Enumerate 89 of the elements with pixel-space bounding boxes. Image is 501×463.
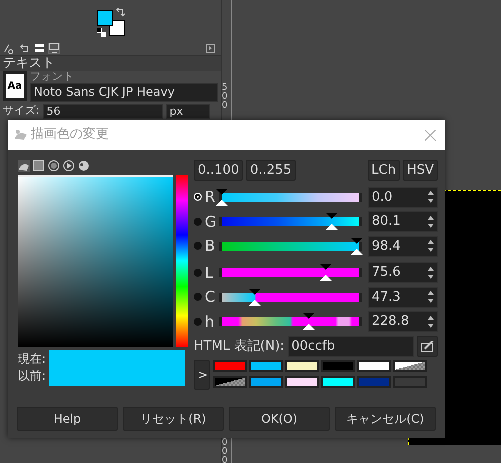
- channel-label: R: [205, 187, 216, 208]
- history-swatch[interactable]: [285, 376, 319, 388]
- radio-button[interactable]: [194, 218, 202, 226]
- channel-label: C: [205, 287, 216, 308]
- dialog-button[interactable]: リセット(R): [123, 407, 224, 431]
- range-button[interactable]: 0..100: [194, 160, 244, 181]
- dialog-button[interactable]: キャンセル(C): [335, 407, 436, 431]
- font-field[interactable]: Noto Sans CJK JP Heavy: [30, 83, 218, 102]
- increment-icon[interactable]: [428, 216, 434, 220]
- slider-handle[interactable]: [326, 213, 338, 230]
- foreground-color-swatch[interactable]: [97, 10, 113, 26]
- palette-icon[interactable]: [78, 160, 90, 172]
- history-swatch[interactable]: [249, 360, 283, 372]
- channel-label: h: [205, 312, 216, 332]
- radio-button[interactable]: [194, 318, 202, 326]
- decrement-icon[interactable]: [428, 299, 434, 304]
- panel-menu-icon[interactable]: [206, 44, 215, 53]
- channel-label: L: [205, 262, 214, 284]
- history-swatch[interactable]: [213, 376, 247, 388]
- color-area[interactable]: [18, 175, 173, 347]
- radio-button[interactable]: [194, 293, 202, 302]
- scales-icon[interactable]: [33, 160, 45, 172]
- radio-button[interactable]: [194, 242, 202, 250]
- history-swatch[interactable]: [213, 360, 247, 372]
- history-swatch[interactable]: [393, 360, 427, 372]
- radio-button[interactable]: [194, 193, 202, 202]
- dialog-button[interactable]: OK(O): [229, 407, 330, 431]
- paint-icon[interactable]: [3, 43, 15, 54]
- dialog-title: 描画色の変更: [31, 126, 109, 144]
- slider-handle[interactable]: [248, 288, 261, 306]
- monitor-icon[interactable]: [48, 43, 60, 54]
- slider-handle[interactable]: [216, 188, 228, 206]
- color-picker-button[interactable]: [417, 336, 438, 357]
- font-label: フォント: [30, 71, 75, 83]
- increment-icon[interactable]: [428, 191, 434, 196]
- decrement-icon[interactable]: [428, 224, 434, 228]
- history-swatch[interactable]: [357, 360, 391, 372]
- slider-handle[interactable]: [320, 264, 332, 282]
- range-button[interactable]: 0..255: [246, 160, 296, 181]
- decrement-icon[interactable]: [428, 199, 434, 204]
- history-toggle-button[interactable]: >: [194, 360, 210, 390]
- history-swatch[interactable]: [357, 376, 391, 388]
- increment-icon[interactable]: [428, 240, 434, 244]
- background-color-swatch[interactable]: [109, 20, 125, 36]
- undo-icon[interactable]: [18, 43, 30, 54]
- unit-dropdown[interactable]: px: [166, 104, 210, 119]
- decrement-icon[interactable]: [428, 274, 434, 279]
- model-button[interactable]: HSV: [403, 160, 438, 181]
- spin-field[interactable]: 75.6: [368, 262, 438, 284]
- channel-label: G: [205, 212, 216, 232]
- html-label: HTML 表記(N):: [194, 338, 285, 356]
- size-field[interactable]: 56: [42, 104, 163, 119]
- slider-handle[interactable]: [303, 313, 316, 330]
- current-label: 現在:: [18, 351, 46, 368]
- wilber-icon[interactable]: [18, 160, 30, 172]
- ruler-label: 500: [222, 84, 228, 111]
- decrement-icon[interactable]: [428, 324, 434, 328]
- spin-field[interactable]: 98.4: [368, 236, 438, 257]
- brush-strip-icon[interactable]: [33, 43, 45, 54]
- hue-strip[interactable]: [176, 175, 188, 347]
- decrement-icon[interactable]: [428, 248, 434, 252]
- increment-icon[interactable]: [428, 266, 434, 271]
- radio-button[interactable]: [194, 268, 202, 277]
- size-label: サイズ:: [3, 104, 40, 117]
- pencil-icon: [421, 341, 434, 352]
- ruler-label: 000: [222, 439, 228, 463]
- font-preview-icon[interactable]: Aa: [3, 71, 27, 101]
- panel-title: テキスト: [3, 56, 56, 71]
- dialog-button[interactable]: Help: [17, 407, 118, 431]
- spin-field[interactable]: 47.3: [368, 286, 438, 308]
- history-swatch[interactable]: [249, 376, 283, 388]
- model-button[interactable]: LCh: [368, 160, 400, 181]
- spin-field[interactable]: 228.8: [368, 311, 438, 332]
- spin-field[interactable]: 80.1: [368, 211, 438, 232]
- hex-field[interactable]: 00ccfb: [288, 336, 414, 357]
- wheel-icon[interactable]: [48, 160, 60, 172]
- default-colors-icon[interactable]: [97, 28, 106, 37]
- spin-field[interactable]: 0.0: [368, 186, 438, 208]
- history-swatch[interactable]: [321, 360, 355, 372]
- history-swatch[interactable]: [393, 376, 427, 388]
- channel-label: B: [205, 236, 216, 257]
- increment-icon[interactable]: [428, 291, 434, 296]
- slider-handle[interactable]: [350, 238, 363, 255]
- wilber-icon: [14, 129, 28, 141]
- previous-label: 以前:: [18, 368, 46, 385]
- swap-colors-icon[interactable]: [115, 8, 125, 18]
- history-swatch[interactable]: [285, 360, 319, 372]
- history-swatch[interactable]: [321, 376, 355, 388]
- increment-icon[interactable]: [428, 316, 434, 320]
